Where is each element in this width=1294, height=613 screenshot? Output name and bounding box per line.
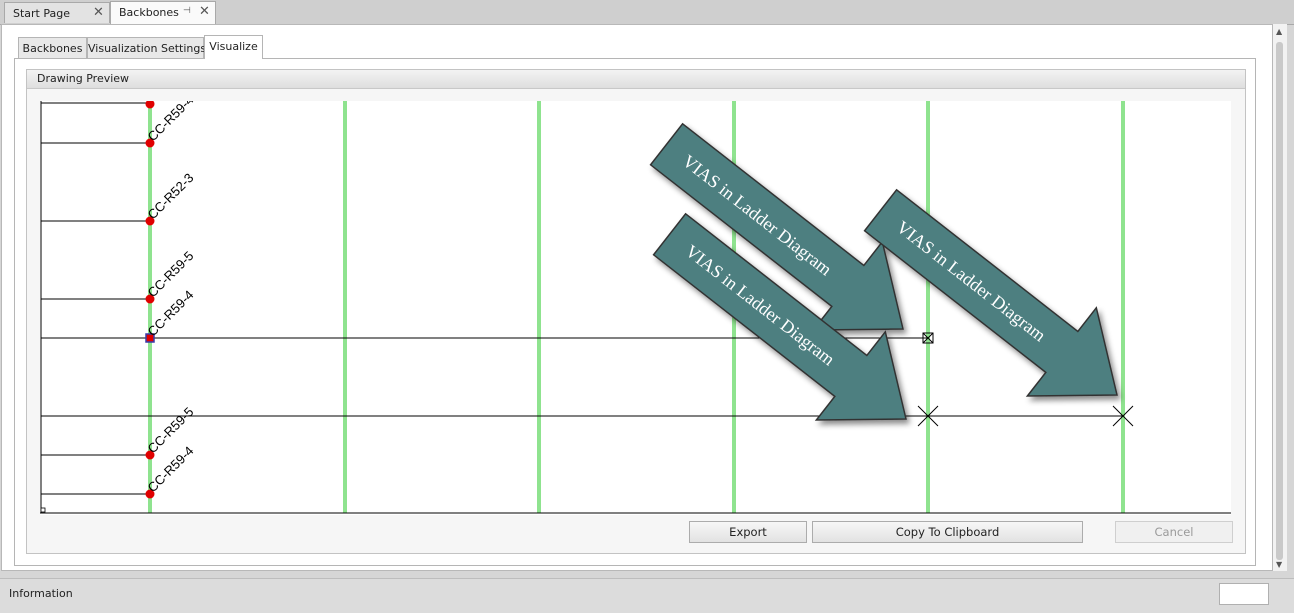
rail: [343, 101, 347, 513]
drawing-preview-header: Drawing Preview: [27, 70, 1245, 89]
tab-start-page-label: Start Page: [13, 7, 70, 20]
information-bar: Information: [0, 578, 1294, 613]
rail: [926, 101, 930, 513]
tab-visualize[interactable]: Visualize: [204, 35, 263, 59]
ladder-diagram-canvas[interactable]: CC-R59-4 CC-R52-3 CC-R59-5 CC-R59-4 CC-R…: [40, 101, 1231, 515]
copy-to-clipboard-button[interactable]: Copy To Clipboard: [812, 521, 1083, 543]
rail: [1121, 101, 1125, 513]
scroll-up-icon[interactable]: ▲: [1276, 27, 1282, 36]
tab-visualization-settings[interactable]: Visualization Settings: [87, 37, 207, 58]
tab-label: Visualize: [209, 40, 258, 53]
canvas-background: [40, 101, 1231, 515]
tab-label: Visualization Settings: [88, 42, 207, 55]
tab-backbones[interactable]: Backbones ⊣ ✕: [110, 1, 216, 24]
cancel-button[interactable]: Cancel: [1115, 521, 1233, 543]
pin-icon[interactable]: ⊣: [183, 6, 191, 16]
tab-label: Backbones: [22, 42, 83, 55]
information-label: Information: [9, 587, 73, 600]
origin-marker: [40, 507, 46, 513]
tab-start-page[interactable]: Start Page ✕: [4, 2, 110, 23]
information-field[interactable]: [1219, 583, 1269, 605]
scroll-thumb[interactable]: [1276, 42, 1283, 560]
tab-backbones-label: Backbones: [119, 6, 179, 19]
drawing-preview-title: Drawing Preview: [37, 72, 130, 85]
close-icon[interactable]: ✕: [199, 5, 210, 19]
tab-backbones-inner[interactable]: Backbones: [18, 37, 87, 58]
close-icon[interactable]: ✕: [93, 6, 104, 20]
rail: [537, 101, 541, 513]
scroll-down-icon[interactable]: ▼: [1276, 560, 1282, 569]
vertical-scrollbar[interactable]: ▲ ▼: [1273, 24, 1287, 571]
document-tab-strip: Start Page ✕ Backbones ⊣ ✕: [0, 0, 1294, 25]
export-button[interactable]: Export: [689, 521, 807, 543]
